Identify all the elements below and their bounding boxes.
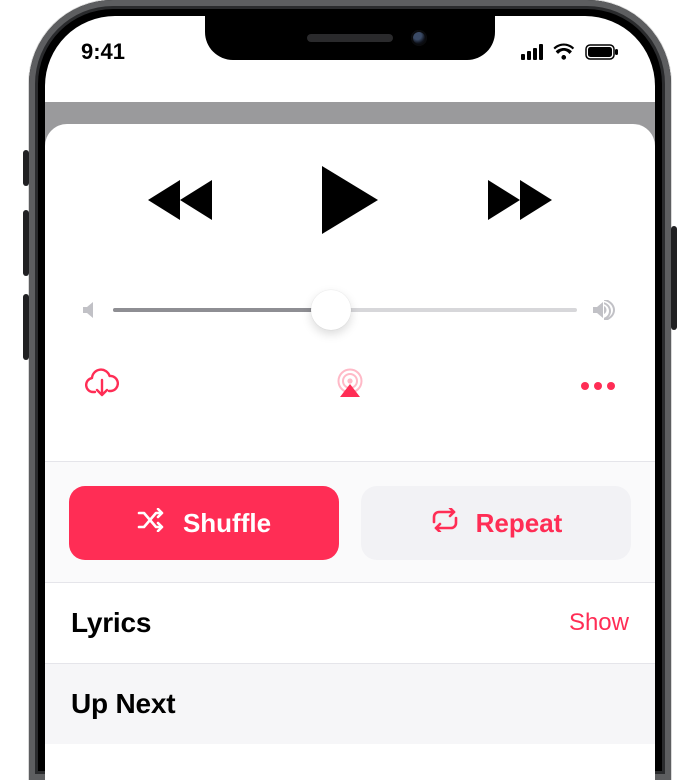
shuffle-label: Shuffle [183,508,271,539]
repeat-label: Repeat [476,508,563,539]
airplay-icon[interactable] [334,368,366,403]
shuffle-button[interactable]: Shuffle [69,486,339,560]
volume-high-icon [593,300,617,320]
volume-low-icon [83,301,97,319]
up-next-row: Up Next [45,663,655,744]
lyrics-row: Lyrics Show [45,582,655,663]
shuffle-icon [137,508,167,539]
rewind-button[interactable] [148,178,214,222]
screen: 9:41 [45,16,655,780]
repeat-icon [430,508,460,539]
cellular-icon [521,44,545,60]
front-camera [411,30,427,46]
transport-controls [45,166,655,234]
notch [205,16,495,60]
lyrics-toggle[interactable]: Show [569,609,629,637]
wifi-icon [553,43,577,61]
queue-controls: Shuffle Repeat [45,462,655,582]
download-icon[interactable] [85,368,119,403]
fast-forward-button[interactable] [486,178,552,222]
speaker-grille [307,34,393,42]
action-row [85,368,615,403]
silent-switch [23,150,29,186]
volume-slider[interactable] [83,300,617,320]
play-button[interactable] [322,166,378,234]
side-button [671,226,677,330]
more-icon[interactable] [581,382,615,390]
up-next-heading: Up Next [71,688,175,720]
volume-thumb[interactable] [311,290,351,330]
status-time: 9:41 [81,39,125,65]
volume-track[interactable] [113,308,577,312]
battery-icon [585,44,619,60]
repeat-button[interactable]: Repeat [361,486,631,560]
volume-up-button [23,210,29,276]
status-indicators [521,43,619,61]
now-playing-sheet: Shuffle Repeat Lyrics Show U [45,124,655,780]
volume-down-button [23,294,29,360]
phone-body: 9:41 [29,0,671,780]
stage: 9:41 [0,0,700,780]
lyrics-heading: Lyrics [71,607,151,639]
